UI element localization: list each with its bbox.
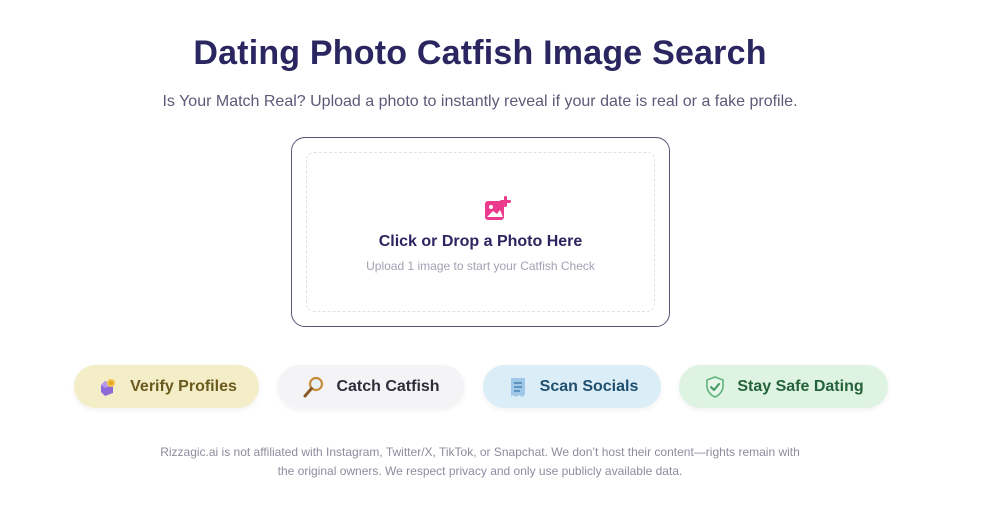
dropzone-hint: Upload 1 image to start your Catfish Che… [366, 259, 595, 273]
dropzone-dashed-area[interactable]: Click or Drop a Photo Here Upload 1 imag… [306, 152, 655, 312]
affiliation-disclaimer: Rizzagic.ai is not affiliated with Insta… [160, 445, 800, 478]
catfish-search-page: Dating Photo Catfish Image Search Is You… [0, 0, 1000, 517]
stay-safe-dating-label: Stay Safe Dating [737, 377, 864, 395]
page-title: Dating Photo Catfish Image Search [193, 34, 767, 72]
verify-profiles-label: Verify Profiles [130, 377, 237, 395]
magnifier-icon [302, 375, 326, 399]
user-badge-icon [96, 375, 120, 399]
photo-upload-dropzone[interactable]: Click or Drop a Photo Here Upload 1 imag… [291, 137, 670, 327]
page-subtitle: Is Your Match Real? Upload a photo to in… [162, 93, 798, 110]
image-add-icon [485, 196, 511, 220]
catch-catfish-label: Catch Catfish [336, 377, 440, 395]
document-scan-icon [506, 375, 530, 399]
scan-socials-button[interactable]: Scan Socials [483, 365, 661, 408]
scan-socials-label: Scan Socials [539, 377, 639, 395]
catch-catfish-button[interactable]: Catch Catfish [278, 365, 464, 408]
dropzone-title: Click or Drop a Photo Here [378, 233, 583, 250]
stay-safe-dating-button[interactable]: Stay Safe Dating [679, 365, 888, 408]
verify-profiles-button[interactable]: Verify Profiles [74, 365, 259, 408]
shield-check-icon [703, 375, 727, 399]
